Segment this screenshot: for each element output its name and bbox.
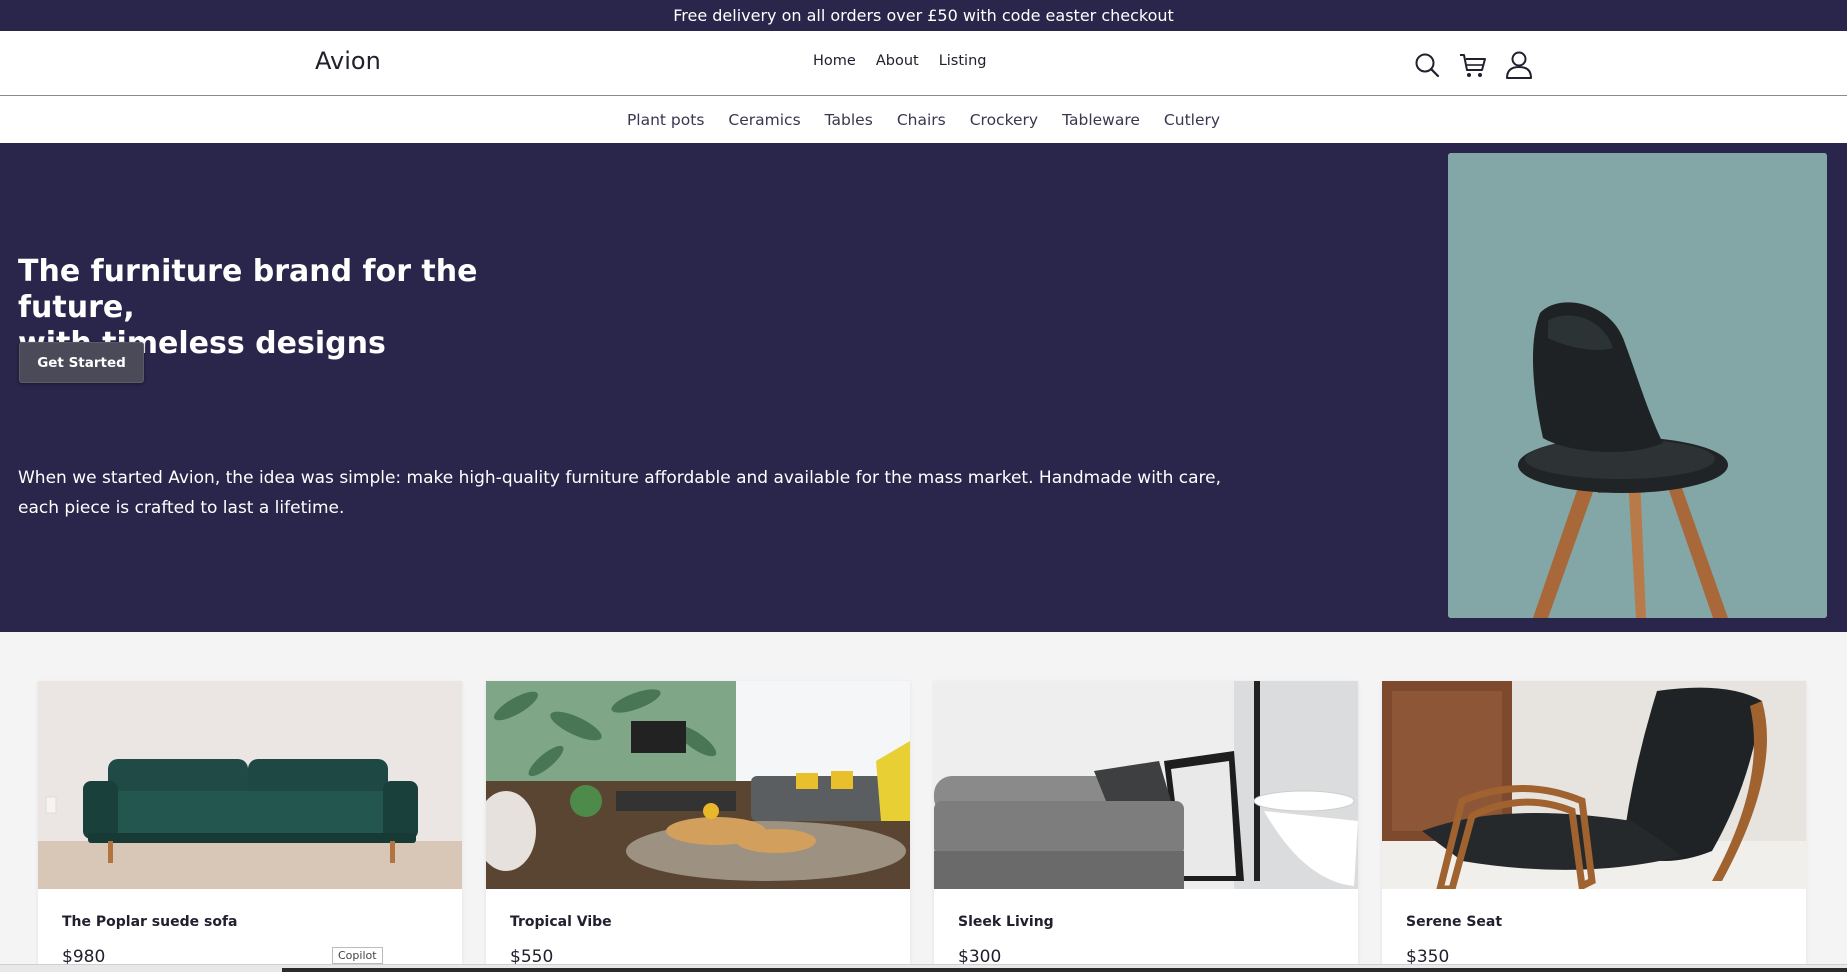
taskbar-edge [0,964,1847,972]
copilot-tooltip: Copilot [332,947,383,964]
product-name: Serene Seat [1406,914,1503,930]
category-nav: Plant pots Ceramics Tables Chairs Crocke… [0,96,1847,143]
product-image-living-room [486,681,910,889]
promo-text: Free delivery on all orders over £50 wit… [673,6,1174,25]
category-crockery[interactable]: Crockery [970,111,1038,129]
cart-icon[interactable] [1458,50,1488,80]
hero-description: When we started Avion, the idea was simp… [18,468,1222,518]
category-chairs[interactable]: Chairs [897,111,946,129]
site-header: Avion Home About Listing [0,31,1847,96]
category-plant-pots[interactable]: Plant pots [627,111,704,129]
category-tableware[interactable]: Tableware [1062,111,1140,129]
product-image-grey-sofa [934,681,1358,889]
product-card[interactable]: Tropical Vibe $550 [486,681,910,972]
nav-listing-link[interactable]: Listing [939,53,987,69]
product-name: The Poplar suede sofa [62,914,238,930]
product-name: Sleek Living [958,914,1054,930]
get-started-button[interactable]: Get Started [19,342,144,383]
product-card[interactable]: The Poplar suede sofa $980 [38,681,462,972]
search-icon[interactable] [1412,50,1442,80]
hero-chair-image [1448,153,1827,618]
header-icons [1412,50,1534,80]
promo-bar: Free delivery on all orders over £50 wit… [0,0,1847,31]
category-cutlery[interactable]: Cutlery [1164,111,1220,129]
product-name: Tropical Vibe [510,914,612,930]
brand-logo[interactable]: Avion [315,47,381,75]
hero-section: The furniture brand for the future, with… [0,143,1847,632]
taskbar-dark-segment [282,968,1847,972]
product-card[interactable]: Serene Seat $350 [1382,681,1806,972]
product-grid: The Poplar suede sofa $980 Tropical Vibe… [38,681,1806,972]
product-image-sofa [38,681,462,889]
nav-about-link[interactable]: About [876,53,919,69]
category-tables[interactable]: Tables [825,111,873,129]
product-card[interactable]: Sleek Living $300 [934,681,1358,972]
hero-title-line-1: The furniture brand for the future, [18,254,478,325]
main-nav: Home About Listing [813,53,986,69]
product-image-armchair [1382,681,1806,889]
nav-home-link[interactable]: Home [813,53,856,69]
user-icon[interactable] [1504,50,1534,80]
category-ceramics[interactable]: Ceramics [728,111,800,129]
